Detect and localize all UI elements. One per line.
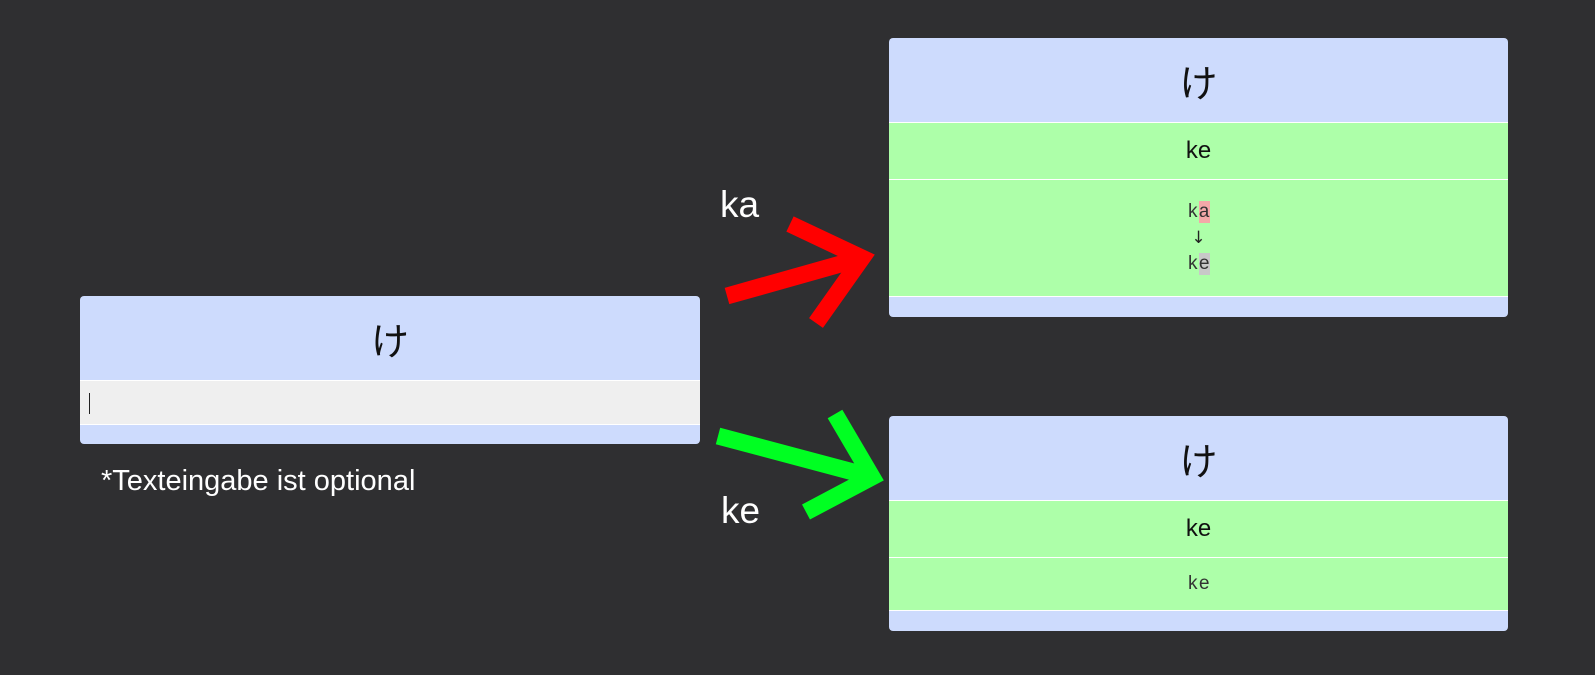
right-result-card: け ke ke	[889, 416, 1508, 631]
kana-prompt: け	[1179, 61, 1218, 106]
diff-arrow-icon: ↓	[1191, 228, 1206, 248]
answer-diff: ka ↓ ke	[889, 179, 1508, 297]
typed-answer: ke	[889, 557, 1508, 611]
wrong-char: a	[1198, 201, 1210, 223]
correct-answer: ke	[889, 122, 1508, 179]
kana-prompt: け	[1179, 439, 1218, 484]
expected-answer: ke	[1187, 253, 1210, 275]
typed-answer: ka	[1187, 201, 1210, 223]
correct-answer: ke	[889, 500, 1508, 557]
expected-char: e	[1198, 253, 1210, 275]
wrong-result-card: け ke ka ↓ ke	[889, 38, 1508, 317]
